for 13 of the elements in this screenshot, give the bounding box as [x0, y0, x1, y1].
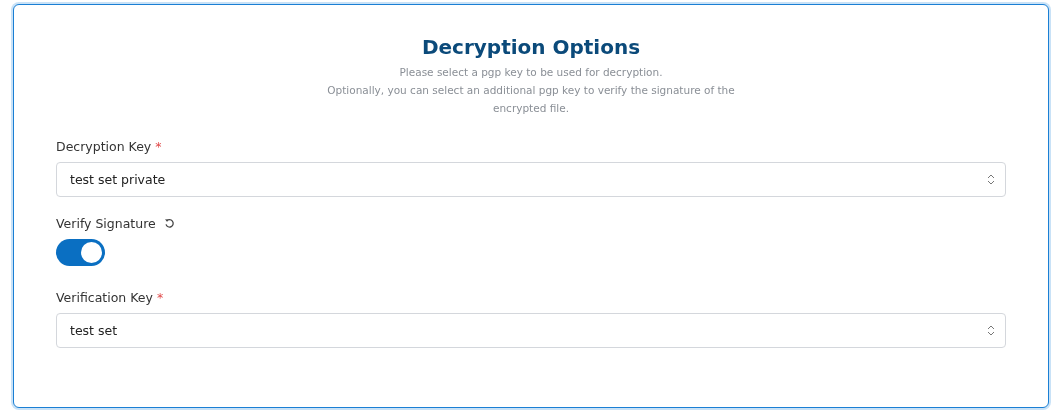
description-text: Please select a pgp key to be used for decryption. Optionally, you can select an additional pgp key to verify the signature of the encrypted file.	[326, 65, 736, 116]
toggle-switch[interactable]	[56, 239, 105, 266]
required-asterisk: *	[156, 290, 164, 305]
required-asterisk: *	[155, 139, 162, 154]
dialog-title: Decryption Options	[421, 35, 641, 59]
reset-icon[interactable]	[163, 218, 175, 229]
field-label: Verification Key	[56, 290, 153, 305]
key-select[interactable]: test set private	[56, 162, 1006, 197]
field-label: Verify Signature	[56, 216, 156, 231]
field-label: Decryption Key	[56, 139, 152, 154]
key-select[interactable]: test set	[56, 313, 1006, 348]
up-down-chevron-icon	[987, 174, 995, 185]
up-down-chevron-icon	[987, 325, 995, 336]
